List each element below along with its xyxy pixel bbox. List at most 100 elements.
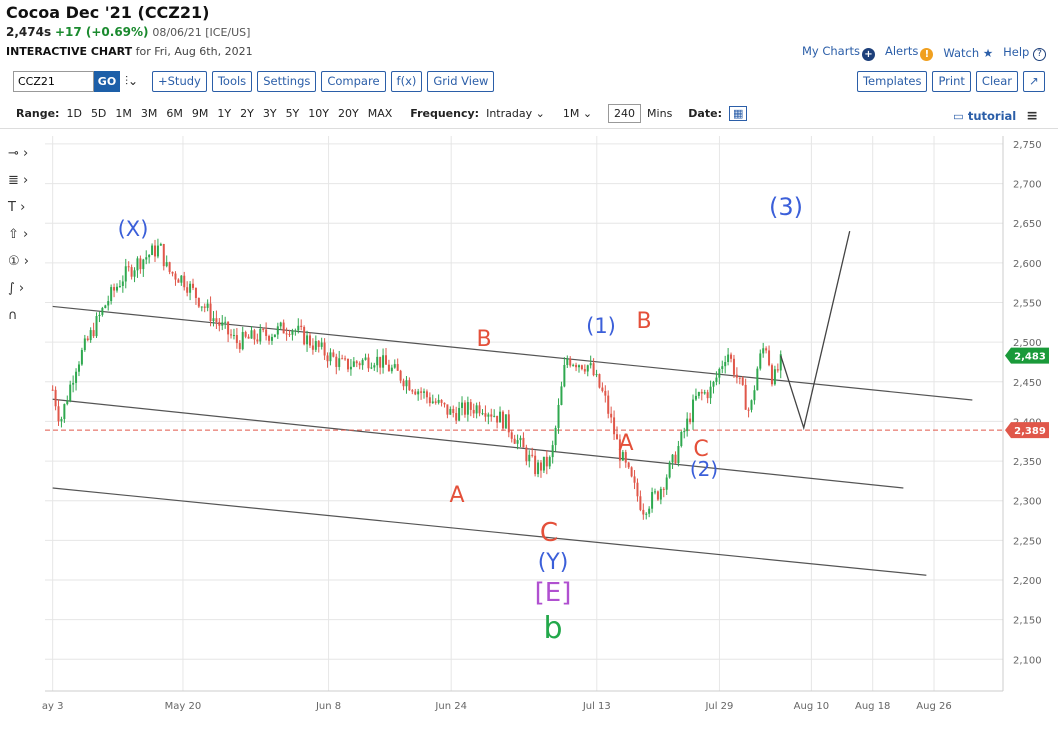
my-charts-link[interactable]: My Charts + <box>802 44 875 61</box>
tutorial-link[interactable]: ▭ tutorial ≡ <box>953 108 1038 124</box>
candle-body <box>344 358 347 360</box>
symbol-input[interactable] <box>13 71 94 92</box>
range-1m[interactable]: 1M <box>115 107 132 120</box>
range-1y[interactable]: 1Y <box>217 107 231 120</box>
candle-body <box>373 365 376 368</box>
compare-button[interactable]: Compare <box>321 71 386 92</box>
candle-body <box>718 368 721 378</box>
interval-select[interactable]: 1M ⌄ <box>563 107 592 120</box>
range-3y[interactable]: 3Y <box>263 107 277 120</box>
candle-body <box>472 409 475 414</box>
go-button[interactable]: GO <box>94 71 120 92</box>
candle-body <box>756 368 759 391</box>
print-button[interactable]: Print <box>932 71 971 92</box>
range-max[interactable]: MAX <box>368 107 393 120</box>
candle-body <box>104 305 107 308</box>
candle-body <box>113 287 116 291</box>
price-chart[interactable]: 2,7502,7002,6502,6002,5502,5002,4502,400… <box>0 128 1058 718</box>
candle-body <box>323 342 326 356</box>
wave-label: A <box>618 431 633 456</box>
candle-body <box>66 400 69 405</box>
candle-body <box>215 318 218 322</box>
range-1d[interactable]: 1D <box>66 107 81 120</box>
candle-body <box>355 361 358 364</box>
calendar-icon[interactable]: ▦ <box>728 105 748 121</box>
candle-body <box>630 467 633 477</box>
range-3m[interactable]: 3M <box>141 107 158 120</box>
candle-body <box>335 356 338 367</box>
candle-body <box>414 391 417 395</box>
wave-label: C <box>540 518 558 548</box>
frequency-select[interactable]: Intraday ⌄ <box>486 107 545 120</box>
candle-body <box>712 381 715 387</box>
alerts-link[interactable]: Alerts! <box>885 44 934 61</box>
candle-body <box>183 275 186 288</box>
candle-body <box>689 418 692 423</box>
candle-body <box>493 415 496 417</box>
candle-body <box>613 417 616 435</box>
settings-button[interactable]: Settings <box>257 71 317 92</box>
range-10y[interactable]: 10Y <box>308 107 329 120</box>
candle-body <box>478 405 481 414</box>
candle-body <box>72 382 75 385</box>
candle-body <box>721 366 724 369</box>
candle-body <box>89 330 92 341</box>
candle-body <box>75 371 78 383</box>
templates-button[interactable]: Templates <box>856 71 928 92</box>
help-icon: ? <box>1033 47 1046 61</box>
candle-body <box>288 334 291 336</box>
candle-body <box>197 297 200 307</box>
candle-body <box>317 341 320 347</box>
range-20y[interactable]: 20Y <box>338 107 359 120</box>
candle-body <box>645 513 648 515</box>
plus-circle-icon: + <box>861 48 875 61</box>
range-2y[interactable]: 2Y <box>240 107 254 120</box>
y-axis: 2,7502,7002,6502,6002,5502,5002,4502,400… <box>1013 140 1042 666</box>
wave-label: (1) <box>586 314 616 338</box>
y-tick-label: 2,550 <box>1013 299 1042 310</box>
candle-body <box>651 492 654 509</box>
candle-body <box>522 437 525 448</box>
range-5y[interactable]: 5Y <box>286 107 300 120</box>
range-5d[interactable]: 5D <box>91 107 106 120</box>
candle-body <box>402 380 405 387</box>
candle-body <box>461 402 464 408</box>
menu-icon[interactable]: ≡ <box>1026 108 1038 124</box>
help-link[interactable]: Help ? <box>1003 45 1046 61</box>
chart-type-icon[interactable]: ⫶⌄ <box>125 74 147 89</box>
tools-button[interactable]: Tools <box>211 71 253 92</box>
candle-body <box>627 462 630 468</box>
candle-body <box>247 336 250 339</box>
candle-body <box>212 318 215 322</box>
candle-body <box>715 377 718 382</box>
candle-body <box>700 391 703 394</box>
candle-body <box>776 369 779 371</box>
chart-subtitle: INTERACTIVE CHART for Fri, Aug 6th, 2021 <box>6 45 253 58</box>
minutes-input[interactable]: 240 <box>608 103 642 123</box>
candle-body <box>300 325 303 328</box>
candle-body <box>393 364 396 368</box>
candle-body <box>770 365 773 385</box>
candle-body <box>431 401 434 404</box>
range-9m[interactable]: 9M <box>192 107 209 120</box>
candle-body <box>572 364 575 366</box>
candle-body <box>423 391 426 393</box>
top-links: My Charts + Alerts! Watch ★ Help ? <box>802 44 1046 61</box>
study-button[interactable]: +Study <box>152 71 207 92</box>
watch-link[interactable]: Watch ★ <box>943 46 993 60</box>
candle-body <box>449 408 452 415</box>
range-6m[interactable]: 6M <box>166 107 183 120</box>
y-tick-label: 2,200 <box>1013 576 1042 587</box>
wave-label: (2) <box>690 457 718 481</box>
candle-body <box>270 336 273 341</box>
channel-line <box>52 305 973 401</box>
candle-body <box>519 437 522 441</box>
clear-button[interactable]: Clear <box>975 71 1018 92</box>
expand-icon[interactable]: ↗ <box>1023 71 1045 92</box>
candle-body <box>452 408 455 414</box>
fx-button[interactable]: f(x) <box>390 71 423 92</box>
candle-body <box>294 330 297 332</box>
toolbar-right: Templates Print Clear ↗ <box>856 71 1045 92</box>
candle-body <box>487 414 490 417</box>
grid-view-button[interactable]: Grid View <box>427 71 495 92</box>
